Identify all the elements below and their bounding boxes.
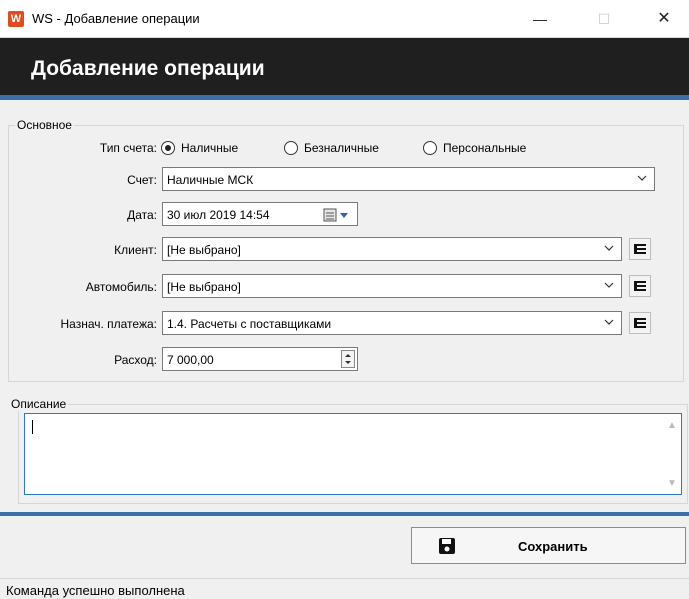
text-caret — [32, 420, 33, 434]
client-list-button[interactable] — [629, 238, 651, 260]
date-value: 30 июл 2019 14:54 — [167, 208, 270, 222]
status-bar: Команда успешно выполнена — [0, 578, 689, 599]
spinner-icon[interactable] — [341, 350, 355, 368]
client-label: Клиент: — [114, 243, 157, 257]
scroll-down-icon[interactable]: ▼ — [667, 478, 677, 489]
save-label: Сохранить — [518, 539, 588, 554]
scroll-up-icon[interactable]: ▲ — [667, 420, 677, 431]
radio-cash[interactable]: Наличные — [161, 140, 271, 156]
date-label: Дата: — [127, 208, 157, 222]
client-select[interactable]: [Не выбрано] — [162, 237, 622, 261]
title-bar: W WS - Добавление операции — ☐ ✕ — [0, 0, 689, 38]
purpose-value: 1.4. Расчеты с поставщиками — [167, 317, 332, 331]
radio-cashless-circle — [284, 141, 298, 155]
client-value: [Не выбрано] — [167, 243, 241, 257]
calendar-icon[interactable] — [323, 208, 353, 225]
radio-selected-dot — [165, 145, 171, 151]
chevron-down-icon[interactable] — [603, 316, 615, 328]
divider — [0, 512, 689, 516]
expense-field[interactable]: 7 000,00 — [162, 347, 358, 371]
radio-personal-label: Персональные — [443, 141, 527, 155]
car-select[interactable]: [Не выбрано] — [162, 274, 622, 298]
page-title: Добавление операции — [31, 57, 265, 80]
car-label: Автомобиль: — [85, 280, 157, 294]
account-type-label: Тип счета: — [99, 141, 157, 155]
purpose-list-button[interactable] — [629, 312, 651, 334]
radio-cashless[interactable]: Безналичные — [284, 140, 414, 156]
date-field[interactable]: 30 июл 2019 14:54 — [162, 202, 358, 226]
window-title: WS - Добавление операции — [32, 11, 200, 26]
maximize-button[interactable]: ☐ — [581, 6, 627, 32]
floppy-icon — [438, 537, 456, 558]
description-legend: Описание — [9, 397, 69, 411]
radio-personal-circle — [423, 141, 437, 155]
radio-cash-label: Наличные — [181, 141, 239, 155]
expense-value: 7 000,00 — [167, 353, 214, 367]
chevron-down-icon[interactable] — [603, 242, 615, 254]
radio-personal[interactable]: Персональные — [423, 140, 563, 156]
chevron-down-icon[interactable] — [636, 172, 648, 184]
description-scrollbar[interactable]: ▲ ▼ — [663, 414, 681, 494]
status-text: Команда успешно выполнена — [6, 583, 185, 598]
page-header: Добавление операции — [0, 38, 689, 100]
purpose-label: Назнач. платежа: — [60, 317, 157, 331]
app-icon: W — [8, 11, 24, 27]
save-button[interactable]: Сохранить — [411, 527, 686, 564]
radio-cash-circle — [161, 141, 175, 155]
car-value: [Не выбрано] — [167, 280, 241, 294]
chevron-down-icon[interactable] — [603, 279, 615, 291]
radio-cashless-label: Безналичные — [304, 141, 379, 155]
description-textarea[interactable]: ▲ ▼ — [24, 413, 682, 495]
account-select[interactable]: Наличные МСК — [162, 167, 655, 191]
account-value: Наличные МСК — [167, 173, 254, 187]
purpose-select[interactable]: 1.4. Расчеты с поставщиками — [162, 311, 622, 335]
main-group-legend: Основное — [15, 118, 74, 132]
minimize-button[interactable]: — — [517, 6, 563, 32]
account-label: Счет: — [127, 173, 157, 187]
close-button[interactable]: ✕ — [641, 6, 687, 32]
expense-label: Расход: — [114, 353, 157, 367]
car-list-button[interactable] — [629, 275, 651, 297]
